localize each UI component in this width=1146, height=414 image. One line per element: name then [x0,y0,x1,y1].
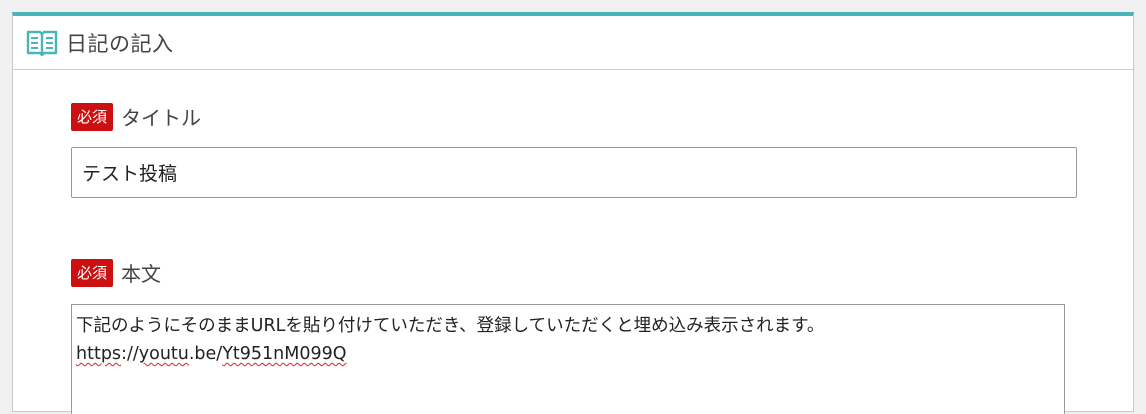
panel-header: 日記の記入 [13,16,1133,70]
url-separator: :// [121,344,139,364]
page-title: 日記の記入 [66,31,174,56]
required-badge: 必須 [71,258,114,287]
body-url-line: https://youtu.be/Yt951nM099Q [76,340,1060,368]
url-tld: .be/ [188,344,223,364]
diary-entry-panel: 日記の記入 必須 タイトル 必須 本文 下記のようにそのままURLを貼り付けてい… [12,12,1134,414]
url-video-id: Yt951nM099Q [222,344,347,364]
body-label: 本文 [121,262,162,286]
url-scheme: https [76,344,122,364]
body-textarea[interactable]: 下記のようにそのままURLを貼り付けていただき、登録していただくと埋め込み表示さ… [71,304,1065,414]
title-label: タイトル [121,106,202,130]
url-domain: youtu [138,344,189,364]
body-text-line: 下記のようにそのままURLを貼り付けていただき、登録していただくと埋め込み表示さ… [76,316,825,336]
required-badge: 必須 [71,102,114,131]
body-field-label: 必須 本文 [71,258,161,287]
title-field-label: 必須 タイトル [71,102,201,131]
book-icon [26,30,58,56]
title-input[interactable] [71,147,1077,198]
